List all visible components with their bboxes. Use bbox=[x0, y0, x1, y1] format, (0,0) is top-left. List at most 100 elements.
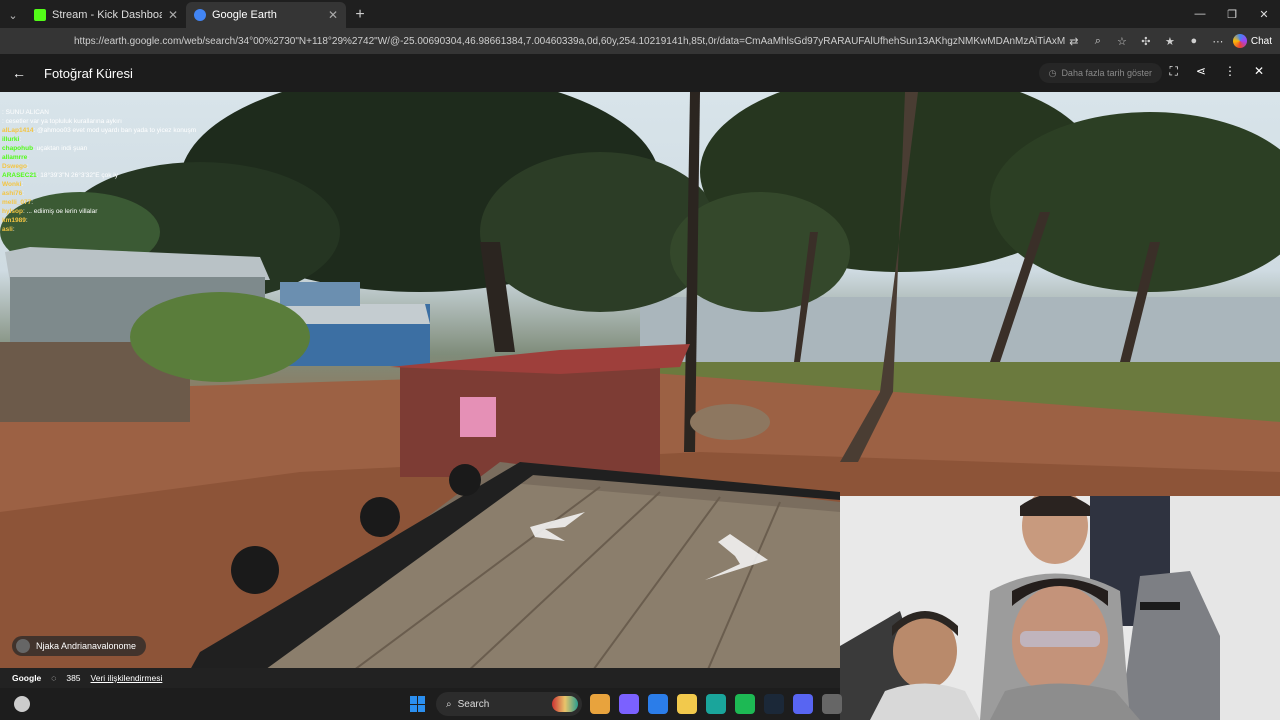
google-earth-favicon-icon bbox=[194, 9, 206, 21]
maximize-icon[interactable]: ❐ bbox=[1216, 0, 1248, 28]
chat-message: : cesetler var ya topluluk kurallarına a… bbox=[2, 117, 242, 126]
extensions-icon[interactable]: ✣ bbox=[1137, 35, 1155, 48]
browser-tab-strip: ⌄ Stream - Kick Dashboard ✕ Google Earth… bbox=[0, 0, 1280, 28]
contributor-avatar bbox=[16, 639, 30, 653]
minimize-icon[interactable]: — bbox=[1184, 0, 1216, 28]
share-icon[interactable]: ⋖ bbox=[1196, 64, 1206, 79]
steam-icon[interactable] bbox=[764, 694, 784, 714]
close-photo-icon[interactable]: ✕ bbox=[1254, 64, 1264, 79]
contributor-chip[interactable]: Njaka Andrianavalonome bbox=[12, 636, 147, 656]
tab-search-icon[interactable]: ⌄ bbox=[0, 2, 26, 28]
tab-title: Stream - Kick Dashboard bbox=[52, 9, 162, 21]
chat-message: melli_077: bbox=[2, 198, 242, 207]
chat-message: ashi76: bbox=[2, 189, 242, 198]
chat-text: : bbox=[19, 136, 22, 143]
chat-text: : bbox=[21, 181, 24, 188]
data-attribution-link[interactable]: Veri ilişkilendirmesi bbox=[91, 673, 163, 683]
taskbar-search[interactable]: ⌕ Search bbox=[436, 692, 582, 716]
chat-text: : bbox=[27, 154, 30, 161]
chat-message: illurki: bbox=[2, 135, 242, 144]
loading-icon: ◌ bbox=[51, 673, 57, 683]
windows-taskbar: ⌕ Search bbox=[0, 688, 842, 720]
chat-username: asli bbox=[2, 226, 13, 233]
earth-status-bar: Google ◌ 385 Veri ilişkilendirmesi bbox=[0, 668, 840, 688]
chat-username: melli_077 bbox=[2, 199, 32, 206]
new-tab-button[interactable]: + bbox=[346, 2, 374, 28]
chat-text: : uçaktan indi şuan bbox=[33, 145, 88, 152]
chat-text: : SUNU ALICAN bbox=[2, 109, 49, 116]
chat-message: allamrre: bbox=[2, 153, 242, 162]
chat-text: : bbox=[26, 163, 29, 170]
widgets-icon[interactable] bbox=[14, 696, 30, 712]
address-bar: https://earth.google.com/web/search/34°0… bbox=[0, 28, 1280, 54]
chat-message: ARASEC21: 18°39'3"N 26°3'32"E çok iy bbox=[2, 171, 242, 180]
google-logo: Google bbox=[12, 673, 42, 683]
webcam-overlay bbox=[840, 496, 1280, 720]
chat-username: Wonki bbox=[2, 181, 22, 188]
tab-google-earth[interactable]: Google Earth ✕ bbox=[186, 2, 346, 28]
header-actions: ⛶ ⋖ ⋮ ✕ bbox=[1169, 64, 1264, 79]
chat-text: : bbox=[31, 199, 34, 206]
chat-button[interactable]: Chat bbox=[1232, 34, 1272, 48]
chat-label: Chat bbox=[1250, 35, 1272, 47]
copilot-icon[interactable] bbox=[619, 694, 639, 714]
edge-icon[interactable] bbox=[706, 694, 726, 714]
folder-icon[interactable] bbox=[677, 694, 697, 714]
chat-message: Dswego: bbox=[2, 162, 242, 171]
more-menu-icon[interactable]: ⋯ bbox=[1209, 35, 1227, 48]
back-arrow-icon[interactable]: ← bbox=[12, 65, 32, 81]
tab-kick-dashboard[interactable]: Stream - Kick Dashboard ✕ bbox=[26, 2, 186, 28]
close-tab-icon[interactable]: ✕ bbox=[168, 8, 178, 22]
close-tab-icon[interactable]: ✕ bbox=[328, 8, 338, 22]
spotify-icon[interactable] bbox=[735, 694, 755, 714]
chat-username: chapohub bbox=[2, 145, 34, 152]
chat-username: ashi76 bbox=[2, 190, 23, 197]
earth-header: ← Fotoğraf Küresi ◷ Daha fazla tarih gös… bbox=[0, 54, 1280, 92]
webcam-image bbox=[840, 496, 1280, 720]
chat-username: hylsop bbox=[2, 208, 23, 215]
screen: ⌄ Stream - Kick Dashboard ✕ Google Earth… bbox=[0, 0, 1280, 720]
favorites-icon[interactable]: ★ bbox=[1161, 35, 1179, 48]
file-explorer-icon[interactable] bbox=[590, 694, 610, 714]
taskbar-apps bbox=[590, 694, 842, 714]
chat-message: : SUNU ALICAN bbox=[2, 108, 242, 117]
chat-text: : ... ediimiş oe lerin villalar bbox=[22, 208, 98, 215]
chat-text: : bbox=[25, 217, 28, 224]
more-options-icon[interactable]: ⋮ bbox=[1224, 64, 1236, 79]
chat-username: illurki bbox=[2, 136, 20, 143]
scale-value: 385 bbox=[66, 673, 81, 683]
search-highlight-icon bbox=[552, 696, 578, 712]
navigate-right-arrow[interactable] bbox=[700, 530, 775, 582]
fullscreen-icon[interactable]: ⛶ bbox=[1169, 64, 1177, 79]
chat-text: : bbox=[22, 190, 25, 197]
close-window-icon[interactable]: ✕ bbox=[1248, 0, 1280, 28]
zoom-icon[interactable]: ⌕ bbox=[1089, 35, 1107, 48]
chat-username: allamrre bbox=[2, 154, 28, 161]
chat-message: asli: bbox=[2, 225, 242, 234]
search-label: Search bbox=[457, 698, 490, 710]
chat-username: ARASEC21 bbox=[2, 172, 37, 179]
chat-text: : @ahmoo03 evet mod uyardı ban yada to y… bbox=[33, 127, 197, 134]
chat-text: : 18°39'3"N 26°3'32"E çok iy bbox=[36, 172, 119, 179]
more-dates-button[interactable]: ◷ Daha fazla tarih göster bbox=[1038, 63, 1162, 83]
store-icon[interactable] bbox=[648, 694, 668, 714]
settings-icon[interactable] bbox=[822, 694, 842, 714]
chat-username: km1989 bbox=[2, 217, 26, 224]
profile-avatar-icon[interactable]: ● bbox=[1185, 35, 1203, 47]
navigate-left-arrow[interactable] bbox=[525, 507, 595, 547]
chat-username: alLap1414 bbox=[2, 127, 34, 134]
star-icon[interactable]: ☆ bbox=[1113, 35, 1131, 48]
chat-text: : cesetler var ya topluluk kurallarına a… bbox=[2, 118, 122, 125]
contributor-name: Njaka Andrianavalonome bbox=[36, 641, 137, 651]
url-field[interactable]: https://earth.google.com/web/search/34°0… bbox=[60, 36, 1065, 47]
windows-start-icon[interactable] bbox=[410, 696, 426, 712]
copilot-icon bbox=[1232, 34, 1247, 48]
chat-message: chapohub: uçaktan indi şuan bbox=[2, 144, 242, 153]
history-icon: ◷ bbox=[1048, 67, 1057, 78]
chat-username: Dswego bbox=[2, 163, 27, 170]
discord-icon[interactable] bbox=[793, 694, 813, 714]
translate-icon[interactable]: ⇄ bbox=[1065, 35, 1083, 48]
kick-favicon-icon bbox=[34, 9, 46, 21]
search-icon: ⌕ bbox=[446, 698, 452, 710]
chat-message: km1989: bbox=[2, 216, 242, 225]
